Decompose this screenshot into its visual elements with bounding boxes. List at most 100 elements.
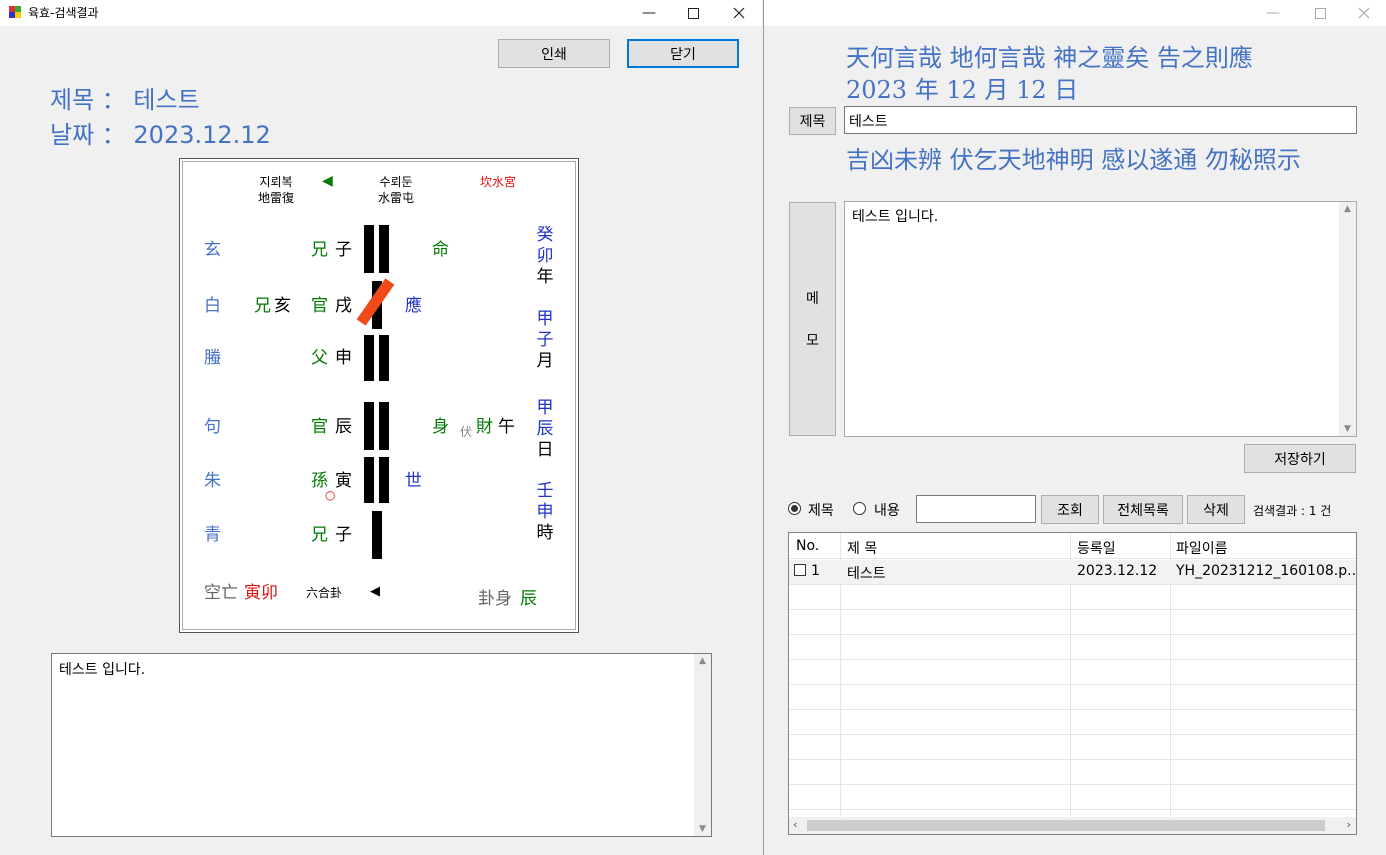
- palace-label: 坎水宮: [480, 175, 517, 189]
- month-pillar: 甲子月: [536, 309, 554, 371]
- main-window: — 天何言哉 地何言哉 神之靈矣 告之則應 2023 年 12 月 12 日 제…: [763, 0, 1386, 855]
- liuhe-label: 六合卦: [306, 586, 343, 600]
- title-bar-2: —: [764, 0, 1386, 26]
- subject-button[interactable]: 제목: [789, 107, 836, 135]
- save-button[interactable]: 저장하기: [1244, 444, 1356, 473]
- fu-marker: 伏: [460, 425, 473, 439]
- hidden-branch: 亥: [274, 296, 291, 316]
- gua-name-hanja: 地雷復: [257, 191, 294, 205]
- close-window-button[interactable]: [716, 0, 762, 26]
- relation-1: 兄: [311, 240, 328, 260]
- line-4-left: [364, 402, 374, 450]
- branch-3: 申: [335, 348, 352, 368]
- ming-marker: 命: [432, 240, 449, 260]
- row-file: YH_20231212_160108.p...: [1176, 563, 1357, 579]
- beast-4: 句: [204, 417, 221, 437]
- maximize-icon: [1314, 7, 1326, 19]
- col-date[interactable]: 등록일: [1077, 538, 1116, 558]
- scroll-right-icon[interactable]: ›: [1347, 818, 1351, 831]
- app-icon: [9, 6, 21, 18]
- memo-scrollbar[interactable]: ▲ ▼: [694, 654, 711, 836]
- window-title: 육효-검색결과: [28, 6, 99, 20]
- hidden-relation: 兄: [254, 296, 271, 316]
- scroll-up-icon[interactable]: ▲: [694, 656, 711, 666]
- guashen-value: 辰: [520, 589, 537, 609]
- col-file[interactable]: 파일이름: [1176, 538, 1228, 558]
- grid-hscrollbar[interactable]: ‹ ›: [789, 817, 1356, 834]
- close-icon: [1358, 7, 1370, 19]
- print-button[interactable]: 인쇄: [498, 39, 610, 68]
- branch-6: 子: [335, 525, 352, 545]
- close-button[interactable]: 닫기: [627, 39, 739, 68]
- line-5-right: [379, 457, 389, 503]
- branch-4: 辰: [335, 417, 352, 437]
- kongwang-value: 寅卯: [244, 583, 278, 603]
- maximize-button[interactable]: [670, 0, 716, 26]
- scroll-down-icon[interactable]: ▼: [694, 824, 711, 834]
- memo-scrollbar-2[interactable]: ▲ ▼: [1339, 202, 1356, 436]
- minimize-icon: —: [642, 5, 656, 21]
- minimize-button[interactable]: —: [626, 0, 672, 26]
- year-pillar: 癸卯年: [536, 225, 554, 287]
- branch-5: 寅: [335, 471, 352, 491]
- grid-header: No. 제 목 등록일 파일이름: [789, 533, 1356, 559]
- table-row[interactable]: 1 테스트 2023.12.12 YH_20231212_160108.p...: [789, 560, 1356, 584]
- kongwang-label: 空亡: [204, 583, 238, 603]
- radio-content-label: 내용: [874, 503, 900, 519]
- changed-gua-name-korean: 수뢰둔: [379, 175, 413, 189]
- maximize-icon: [687, 7, 699, 19]
- scroll-up-icon[interactable]: ▲: [1339, 204, 1356, 214]
- scroll-thumb[interactable]: [807, 820, 1325, 831]
- moving-circle: ○: [325, 488, 336, 502]
- liuhe-arrow-icon: ◀: [370, 584, 380, 599]
- changed-gua-name-hanja: 水雷屯: [377, 191, 414, 205]
- ying-marker: 應: [405, 296, 422, 316]
- row-checkbox[interactable]: [794, 564, 806, 576]
- row-no: 1: [811, 563, 820, 579]
- fu-relation: 財: [476, 417, 493, 437]
- memo-button[interactable]: 메모: [789, 202, 836, 436]
- beast-2: 白: [204, 296, 221, 316]
- scroll-down-icon[interactable]: ▼: [1339, 424, 1356, 434]
- invocation-date: 2023 年 12 月 12 日: [846, 76, 1079, 104]
- beast-3: 螣: [204, 348, 221, 368]
- hour-pillar: 壬申時: [536, 481, 554, 543]
- line-1-left: [364, 225, 374, 273]
- minimize-button-2[interactable]: —: [1250, 0, 1296, 26]
- memo-textarea-2[interactable]: 테스트 입니다. ▲ ▼: [844, 201, 1357, 437]
- invocation-line-1: 天何言哉 地何言哉 神之靈矣 告之則應: [846, 44, 1253, 72]
- radio-subject[interactable]: [788, 502, 801, 515]
- date-line: 날짜 ： 2023.12.12: [50, 121, 271, 149]
- all-list-button[interactable]: 전체목록: [1103, 495, 1183, 524]
- search-result-window: 육효-검색결과 — 인쇄 닫기 제목 ： 테스트 날짜 ： 2023.12.12…: [0, 0, 762, 855]
- row-date: 2023.12.12: [1077, 563, 1158, 579]
- col-no[interactable]: No.: [796, 538, 819, 554]
- line-3-right: [379, 335, 389, 381]
- line-3-left: [364, 335, 374, 381]
- shi-marker: 世: [405, 471, 422, 491]
- row-subject: 테스트: [847, 566, 886, 582]
- radio-content[interactable]: [853, 502, 866, 515]
- beast-5: 朱: [204, 471, 221, 491]
- relation-4: 官: [311, 417, 328, 437]
- subject-input[interactable]: 테스트: [844, 106, 1357, 134]
- result-grid[interactable]: No. 제 목 등록일 파일이름 1 테스트 2023.12.12 YH_202…: [788, 532, 1357, 835]
- arrow-left-icon: ◀: [322, 173, 333, 189]
- search-input[interactable]: [916, 495, 1036, 523]
- line-1-right: [379, 225, 389, 273]
- delete-button[interactable]: 삭제: [1187, 495, 1245, 524]
- relation-3: 父: [311, 348, 328, 368]
- maximize-button-2[interactable]: [1297, 0, 1343, 26]
- radio-subject-label: 제목: [808, 503, 834, 519]
- close-window-button-2[interactable]: [1341, 0, 1386, 26]
- col-subject[interactable]: 제 목: [847, 538, 877, 558]
- line-5-left: [364, 457, 374, 503]
- scroll-left-icon[interactable]: ‹: [793, 818, 797, 831]
- relation-2: 官: [311, 296, 328, 316]
- shen-marker: 身: [432, 417, 449, 437]
- beast-1: 玄: [204, 240, 221, 260]
- memo-text: 테스트 입니다.: [59, 662, 146, 678]
- query-button[interactable]: 조회: [1041, 495, 1099, 524]
- memo-textarea[interactable]: 테스트 입니다. ▲ ▼: [51, 653, 712, 837]
- line-4-right: [379, 402, 389, 450]
